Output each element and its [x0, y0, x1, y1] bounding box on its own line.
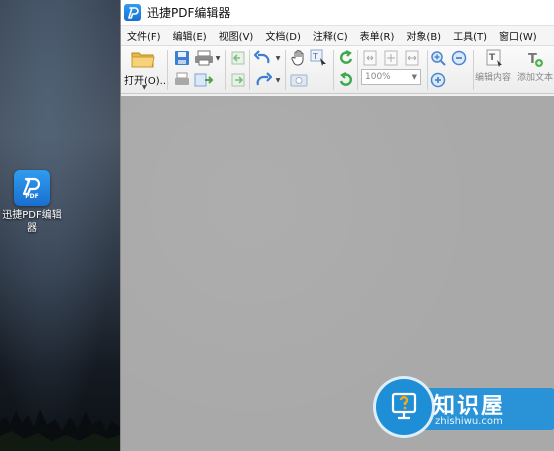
toolbar-separator [249, 50, 250, 90]
watermark-logo-icon [373, 376, 435, 438]
menu-edit[interactable]: 编辑(E) [173, 28, 207, 43]
app-logo-icon: PDF [14, 170, 50, 206]
print-dropdown-icon[interactable]: ▼ [215, 54, 221, 62]
menu-object[interactable]: 对象(B) [406, 28, 441, 43]
menu-tools[interactable]: 工具(T) [453, 28, 487, 43]
desktop-app-shortcut[interactable]: PDF 迅捷PDF编辑器 [2, 170, 62, 235]
watermark-url: zhishiwu.com [435, 416, 503, 427]
svg-text:T: T [312, 52, 318, 61]
select-text-icon[interactable]: T [309, 48, 329, 68]
zoom-out-icon[interactable] [450, 49, 468, 67]
desktop-icon-label: 迅捷PDF编辑器 [2, 210, 62, 234]
edit-content-icon[interactable]: T [485, 48, 505, 70]
tree-silhouette [0, 409, 120, 451]
zoom-dropdown-icon[interactable]: ▼ [412, 70, 417, 84]
svg-text:T: T [489, 53, 496, 63]
undo-dropdown-icon[interactable]: ▼ [275, 54, 281, 62]
menu-document[interactable]: 文档(D) [265, 28, 301, 43]
app-window: 迅捷PDF编辑器 文件(F) 编辑(E) 视图(V) 文档(D) 注释(C) 表… [120, 0, 554, 451]
toolbar-separator [427, 50, 428, 90]
menu-bar: 文件(F) 编辑(E) 视图(V) 文档(D) 注释(C) 表单(R) 对象(B… [121, 26, 554, 46]
zoom-value: 100% [365, 72, 391, 82]
fit-width-icon[interactable] [403, 49, 421, 67]
window-title: 迅捷PDF编辑器 [147, 6, 231, 20]
redo-dropdown-icon[interactable]: ▼ [275, 76, 281, 84]
snapshot-icon[interactable] [289, 71, 309, 89]
edit-content-label[interactable]: 编辑内容 [475, 70, 511, 83]
menu-view[interactable]: 视图(V) [219, 28, 254, 43]
document-canvas[interactable]: 知识屋 zhishiwu.com [121, 96, 554, 451]
window-logo-icon [124, 4, 141, 21]
actual-size-icon[interactable] [382, 49, 400, 67]
toolbar-separator [285, 50, 286, 90]
toolbar-separator [473, 50, 474, 90]
pdf-tag-icon: PDF [25, 192, 39, 200]
title-bar[interactable]: 迅捷PDF编辑器 [121, 0, 554, 26]
toolbar-separator [357, 50, 358, 90]
toolbar: 打开(O)... ▼ ▼ ▼ ▼ T 100% ▼ T 编辑内容 T 添加文本 [121, 46, 554, 94]
desktop-wallpaper: PDF 迅捷PDF编辑器 [0, 0, 120, 451]
toolbar-separator [333, 50, 334, 90]
zoom-add-icon[interactable] [429, 71, 447, 89]
menu-window[interactable]: 窗口(W) [499, 28, 537, 43]
menu-form[interactable]: 表单(R) [360, 28, 395, 43]
fit-page-icon[interactable] [361, 49, 379, 67]
next-page-icon[interactable] [229, 71, 247, 89]
scan-icon[interactable] [173, 71, 191, 89]
folder-open-icon[interactable] [130, 48, 156, 70]
zoom-in-icon[interactable] [429, 49, 447, 67]
watermark: 知识屋 zhishiwu.com [373, 376, 554, 438]
print-icon[interactable] [193, 49, 215, 67]
redo-icon[interactable] [253, 71, 273, 89]
page-extract-icon[interactable] [193, 71, 215, 89]
rotate-ccw-icon[interactable] [337, 71, 355, 89]
add-text-label[interactable]: 添加文本 [517, 70, 553, 83]
toolbar-separator [167, 50, 168, 90]
save-icon[interactable] [173, 49, 191, 67]
menu-file[interactable]: 文件(F) [127, 28, 161, 43]
zoom-select[interactable]: 100% ▼ [361, 69, 421, 85]
toolbar-separator [225, 50, 226, 90]
open-dropdown-icon[interactable]: ▼ [142, 84, 147, 91]
add-text-icon[interactable]: T [525, 48, 545, 70]
menu-comment[interactable]: 注释(C) [313, 28, 348, 43]
rotate-cw-icon[interactable] [337, 49, 355, 67]
prev-page-icon[interactable] [229, 49, 247, 67]
undo-icon[interactable] [253, 49, 273, 67]
hand-icon[interactable] [289, 48, 309, 68]
